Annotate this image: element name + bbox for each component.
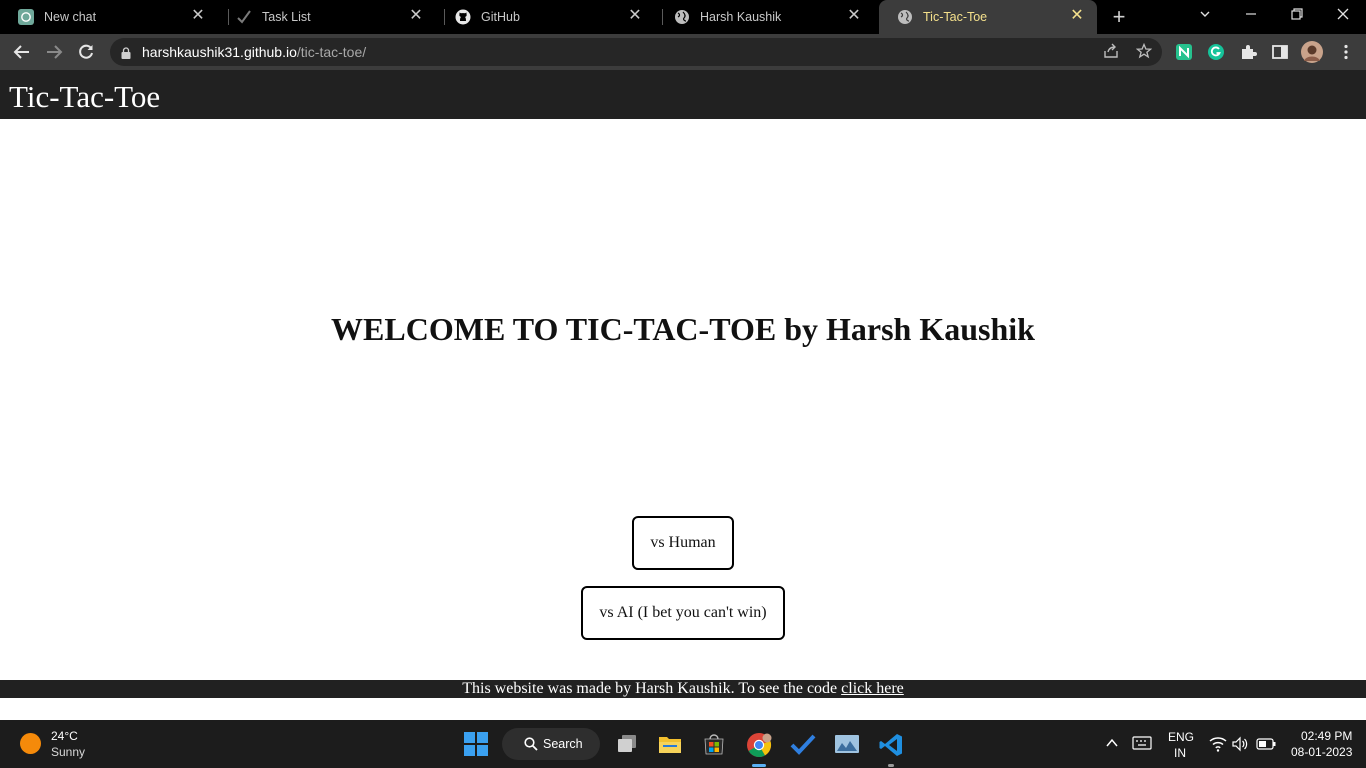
tab-task-list[interactable]: Task List ✕ [218,0,436,34]
globe-icon [674,9,690,25]
address-bar[interactable]: harshkaushik31.github.io/tic-tac-toe/ [110,38,1162,66]
chrome-running-indicator [752,764,766,767]
chatgpt-icon [18,9,34,25]
lock-icon[interactable] [121,46,131,59]
task-view-icon[interactable] [615,732,639,756]
tab-search-chevron-icon[interactable] [1192,4,1218,26]
welcome-heading: WELCOME TO TIC-TAC-TOE by Harsh Kaushik [331,311,1035,347]
checkmark-icon [236,9,252,25]
clock-date[interactable]: 08-01-2023 [1291,745,1352,759]
battery-icon[interactable] [1256,737,1276,750]
tab-title: New chat [44,10,97,24]
weather-temperature[interactable]: 24°C [51,729,78,743]
url-path: /tic-tac-toe/ [296,44,367,60]
footer-code-link[interactable]: click here [841,680,904,697]
search-label: Search [543,737,583,751]
taskbar-search-box[interactable]: Search [502,728,600,760]
vs-human-button[interactable]: vs Human [632,516,734,570]
tab-tic-tac-toe[interactable]: Tic-Tac-Toe ✕ [879,0,1097,34]
tab-title: Task List [262,10,311,24]
close-tab-icon[interactable]: ✕ [627,8,643,24]
vscode-running-indicator [888,764,894,767]
reload-icon[interactable] [75,41,97,63]
site-header: Tic-Tac-Toe [0,70,1366,119]
windows-start-icon[interactable] [464,732,488,756]
chevron-up-icon[interactable] [1105,736,1119,750]
sunny-weather-icon[interactable] [20,733,41,754]
tab-title: GitHub [481,10,520,24]
url-text[interactable]: harshkaushik31.github.io/tic-tac-toe/ [142,44,366,60]
extensions-puzzle-icon[interactable] [1239,43,1257,61]
tab-harsh-kaushik[interactable]: Harsh Kaushik ✕ [656,0,874,34]
close-tab-icon[interactable]: ✕ [846,8,862,24]
file-explorer-icon[interactable] [658,732,682,756]
profile-avatar[interactable] [1301,41,1323,63]
tab-github[interactable]: GitHub ✕ [437,0,655,34]
restore-window-icon[interactable] [1284,4,1310,26]
tab-new-chat[interactable]: New chat ✕ [0,0,218,34]
microsoft-store-icon[interactable] [702,732,726,756]
weather-condition[interactable]: Sunny [51,745,85,759]
back-arrow-icon[interactable] [11,41,33,63]
url-host: harshkaushik31.github.io [142,44,297,60]
grammarly-extension-icon[interactable] [1207,43,1225,61]
chrome-icon[interactable] [746,732,772,758]
search-icon [524,737,538,751]
close-tab-icon[interactable]: ✕ [408,8,424,24]
todo-check-icon[interactable] [790,732,816,756]
side-panel-icon[interactable] [1271,43,1289,61]
github-icon [455,9,471,25]
globe-icon [897,9,913,25]
input-language[interactable]: ENG [1168,730,1194,744]
browser-menu-icon[interactable] [1337,43,1355,61]
tab-title: Tic-Tac-Toe [923,10,988,24]
input-region[interactable]: IN [1174,746,1186,760]
clock-time[interactable]: 02:49 PM [1301,729,1352,743]
footer-text: This website was made by Harsh Kaushik. … [462,680,838,697]
windows-taskbar: 24°C Sunny Search ENG IN 02:49 PM 08-01-… [0,720,1366,768]
close-window-icon[interactable] [1330,4,1356,26]
notion-extension-icon[interactable] [1175,43,1193,61]
tab-title: Harsh Kaushik [700,10,782,24]
photos-app-icon[interactable] [834,732,859,756]
close-tab-icon[interactable]: ✕ [190,8,206,24]
volume-icon[interactable] [1232,736,1248,752]
new-tab-plus-icon[interactable]: + [1109,6,1129,28]
site-footer: This website was made by Harsh Kaushik. … [0,680,1366,698]
minimize-window-icon[interactable] [1238,4,1264,26]
forward-arrow-icon[interactable] [43,41,65,63]
browser-tab-strip: New chat ✕ Task List ✕ GitHub ✕ Harsh Ka… [0,0,1366,34]
vs-ai-button[interactable]: vs AI (I bet you can't win) [581,586,785,640]
keyboard-icon[interactable] [1132,736,1152,750]
vscode-icon[interactable] [878,732,902,756]
site-title: Tic-Tac-Toe [9,79,161,114]
browser-toolbar: harshkaushik31.github.io/tic-tac-toe/ [0,34,1366,70]
share-icon[interactable] [1102,43,1120,61]
bookmark-star-icon[interactable] [1135,42,1153,61]
close-tab-icon[interactable]: ✕ [1069,8,1085,24]
wifi-icon[interactable] [1209,736,1227,752]
